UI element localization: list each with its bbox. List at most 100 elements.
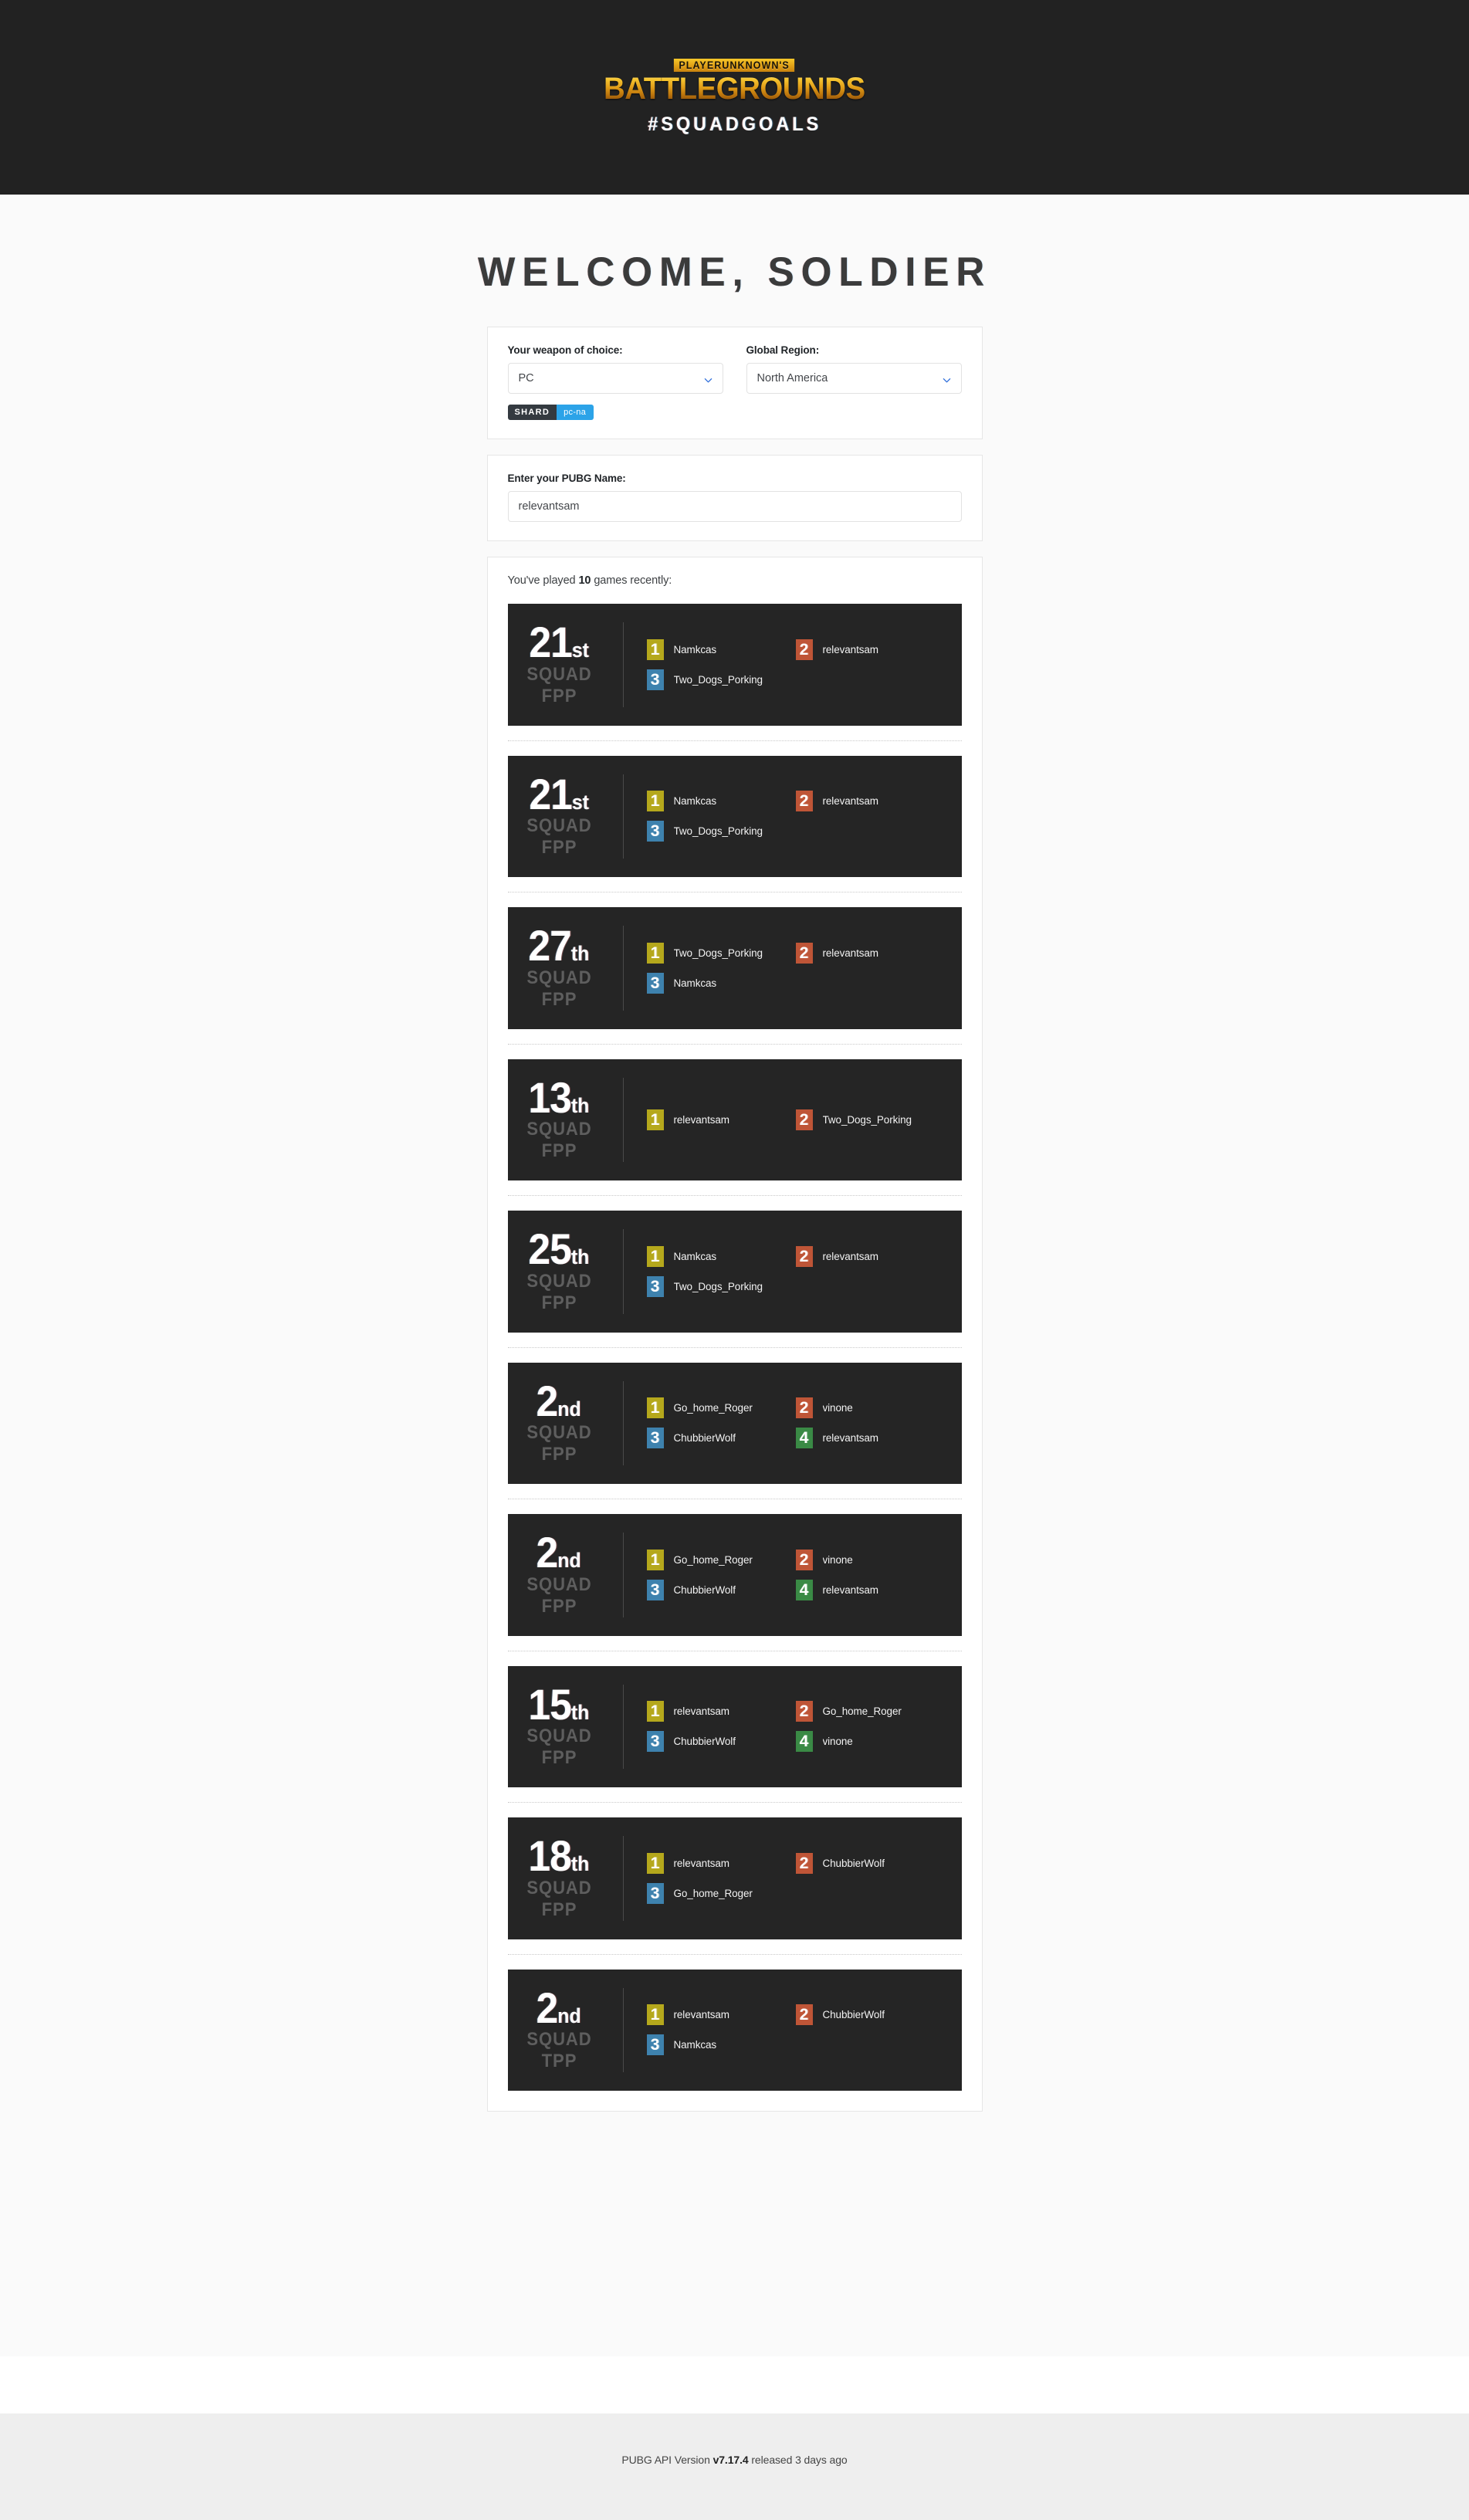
api-version-prefix: PUBG API Version bbox=[621, 2454, 710, 2466]
logo-battlegrounds-text: BATTLEGROUNDS bbox=[604, 72, 865, 107]
match-roster: 1 relevantsam 2 ChubbierWolf 3 Namkcas bbox=[624, 2004, 945, 2056]
match-mode: SQUAD TPP bbox=[526, 2029, 592, 2072]
match-rank-suffix: th bbox=[571, 1852, 590, 1876]
matches-summary-suffix: games recently: bbox=[594, 574, 672, 587]
platform-field: Your weapon of choice: PC SHARD pc-na bbox=[507, 344, 723, 420]
pubg-name-input[interactable] bbox=[507, 491, 962, 522]
roster-entry: 2 relevantsam bbox=[795, 1245, 945, 1267]
match-item: 21st SQUAD FPP 1 Namkcas 2 relevantsam 3 Two_Do… bbox=[507, 755, 962, 878]
shard-badge-value: pc-na bbox=[557, 405, 594, 420]
place-badge: 2 bbox=[795, 1397, 813, 1419]
match-rank-column: 2nd SQUAD FPP bbox=[508, 1379, 624, 1466]
platform-label: Your weapon of choice: bbox=[507, 344, 623, 356]
pubg-logo: PLAYERUNKNOWN'S BATTLEGROUNDS bbox=[598, 58, 871, 107]
match-item: 2nd SQUAD FPP 1 Go_home_Roger 2 vinone 3 Chubbi… bbox=[507, 1514, 962, 1636]
match-card[interactable]: 21st SQUAD FPP 1 Namkcas 2 relevantsam 3 Two_Do… bbox=[507, 604, 962, 726]
match-card[interactable]: 2nd SQUAD FPP 1 Go_home_Roger 2 vinone 3 Chubbi… bbox=[507, 1362, 962, 1485]
match-roster: 1 relevantsam 2 Go_home_Roger 3 ChubbierWolf 4… bbox=[624, 1701, 945, 1753]
player-name: Namkcas bbox=[673, 643, 717, 655]
content-container: Your weapon of choice: PC SHARD pc-na Gl… bbox=[486, 327, 983, 2112]
roster-entry: 3 Two_Dogs_Porking bbox=[646, 821, 796, 842]
roster-entry: 2 relevantsam bbox=[795, 638, 945, 660]
player-name: Go_home_Roger bbox=[673, 1402, 753, 1414]
player-name: Two_Dogs_Porking bbox=[673, 1280, 763, 1292]
page-title: WELCOME, SOLDIER bbox=[477, 249, 992, 295]
match-card[interactable]: 25th SQUAD FPP 1 Namkcas 2 relevantsam 3 Two_Do… bbox=[507, 1211, 962, 1333]
match-rank-column: 25th SQUAD FPP bbox=[508, 1228, 624, 1314]
platform-select[interactable]: PC bbox=[507, 363, 723, 394]
match-item: 2nd SQUAD FPP 1 Go_home_Roger 2 vinone 3 Chubbi… bbox=[507, 1362, 962, 1485]
player-name: vinone bbox=[822, 1553, 853, 1566]
match-list: 21st SQUAD FPP 1 Namkcas 2 relevantsam 3 Two_Do… bbox=[507, 604, 962, 2092]
place-badge: 1 bbox=[646, 2004, 664, 2026]
match-mode: SQUAD FPP bbox=[526, 1726, 592, 1769]
roster-entry: 2 ChubbierWolf bbox=[795, 1852, 945, 1874]
player-name: relevantsam bbox=[822, 1432, 878, 1445]
logo-playerunknowns-text: PLAYERUNKNOWN'S bbox=[674, 58, 795, 73]
roster-entry: 1 Two_Dogs_Porking bbox=[646, 942, 796, 964]
place-badge: 2 bbox=[795, 791, 813, 812]
player-name: Namkcas bbox=[673, 2039, 717, 2051]
match-rank-value: 13 bbox=[528, 1072, 572, 1122]
place-badge: 2 bbox=[795, 2004, 813, 2026]
match-rank-column: 15th SQUAD FPP bbox=[508, 1682, 624, 1770]
matches-summary-prefix: You've played bbox=[507, 574, 576, 587]
match-roster: 1 Namkcas 2 relevantsam 3 Two_Dogs_Porking bbox=[624, 791, 945, 842]
match-divider bbox=[507, 1953, 962, 1955]
matches-summary: You've played 10 games recently: bbox=[508, 574, 962, 587]
page-body: WELCOME, SOLDIER Your weapon of choice: … bbox=[0, 195, 1469, 2356]
match-roster: 1 Namkcas 2 relevantsam 3 Two_Dogs_Porking bbox=[624, 1245, 945, 1297]
roster-entry: 1 Namkcas bbox=[646, 638, 796, 660]
match-item: 13th SQUAD FPP 1 relevantsam 2 Two_Dogs_Porki… bbox=[507, 1058, 962, 1181]
region-select[interactable]: North America bbox=[746, 363, 962, 394]
platform-select-wrap: PC bbox=[507, 363, 723, 394]
roster-entry: 2 ChubbierWolf bbox=[795, 2004, 945, 2026]
match-rank-column: 27th SQUAD FPP bbox=[508, 924, 624, 1011]
match-rank-value: 27 bbox=[528, 921, 572, 970]
place-badge: 2 bbox=[795, 1245, 813, 1267]
match-card[interactable]: 18th SQUAD FPP 1 relevantsam 2 ChubbierWolf 3 G… bbox=[507, 1817, 962, 1939]
place-badge: 2 bbox=[795, 638, 813, 660]
player-name: vinone bbox=[822, 1736, 853, 1748]
place-badge: 2 bbox=[795, 1701, 813, 1722]
match-mode: SQUAD FPP bbox=[526, 967, 592, 1010]
match-rank: 27th bbox=[529, 924, 590, 967]
player-name: relevantsam bbox=[673, 1113, 729, 1126]
match-rank: 21st bbox=[529, 621, 589, 664]
site-footer: PUBG API Version v7.17.4 released 3 days… bbox=[0, 2413, 1469, 2520]
roster-entry: 1 Go_home_Roger bbox=[646, 1397, 796, 1419]
player-name-panel: Enter your PUBG Name: Enter your PUBG Na… bbox=[486, 455, 983, 541]
api-version-number: v7.17.4 bbox=[712, 2454, 749, 2466]
player-name: ChubbierWolf bbox=[673, 1432, 736, 1445]
match-item: 15th SQUAD FPP 1 relevantsam 2 Go_home_Roger 3… bbox=[507, 1665, 962, 1788]
roster-entry: 3 ChubbierWolf bbox=[646, 1428, 796, 1449]
match-card[interactable]: 21st SQUAD FPP 1 Namkcas 2 relevantsam 3 Two_Do… bbox=[507, 755, 962, 878]
place-badge: 3 bbox=[646, 1579, 664, 1600]
match-card[interactable]: 27th SQUAD FPP 1 Two_Dogs_Porking 2 relevants… bbox=[507, 907, 962, 1029]
match-mode: SQUAD FPP bbox=[526, 663, 592, 706]
roster-entry: 1 relevantsam bbox=[646, 2004, 796, 2026]
region-field: Global Region: North America bbox=[746, 344, 962, 420]
match-card[interactable]: 2nd SQUAD FPP 1 Go_home_Roger 2 vinone 3 Chubbi… bbox=[507, 1514, 962, 1636]
match-card[interactable]: 2nd SQUAD TPP 1 relevantsam 2 ChubbierWolf 3 Na… bbox=[507, 1969, 962, 2092]
place-badge: 2 bbox=[795, 1852, 813, 1874]
place-badge: 3 bbox=[646, 2034, 664, 2056]
match-rank: 2nd bbox=[536, 1379, 581, 1422]
match-item: 18th SQUAD FPP 1 relevantsam 2 ChubbierWolf 3 G… bbox=[507, 1817, 962, 1939]
match-mode: SQUAD FPP bbox=[526, 1119, 592, 1162]
match-card[interactable]: 13th SQUAD FPP 1 relevantsam 2 Two_Dogs_Porki… bbox=[507, 1058, 962, 1181]
match-mode: SQUAD FPP bbox=[526, 1573, 592, 1617]
match-rank-column: 13th SQUAD FPP bbox=[508, 1075, 624, 1163]
matches-count: 10 bbox=[578, 574, 591, 587]
place-badge: 4 bbox=[795, 1731, 813, 1753]
footer-gap bbox=[0, 2356, 1469, 2384]
match-rank-value: 2 bbox=[536, 1376, 559, 1425]
place-badge: 3 bbox=[646, 1731, 664, 1753]
match-roster: 1 Two_Dogs_Porking 2 relevantsam 3 Namkcas bbox=[624, 942, 945, 994]
match-card[interactable]: 15th SQUAD FPP 1 relevantsam 2 Go_home_Roger 3… bbox=[507, 1665, 962, 1788]
match-rank-value: 2 bbox=[536, 1528, 559, 1577]
match-rank-suffix: th bbox=[571, 1700, 590, 1724]
match-rank-value: 21 bbox=[529, 769, 572, 818]
roster-entry: 3 Namkcas bbox=[646, 2034, 796, 2056]
place-badge: 1 bbox=[646, 1109, 664, 1130]
